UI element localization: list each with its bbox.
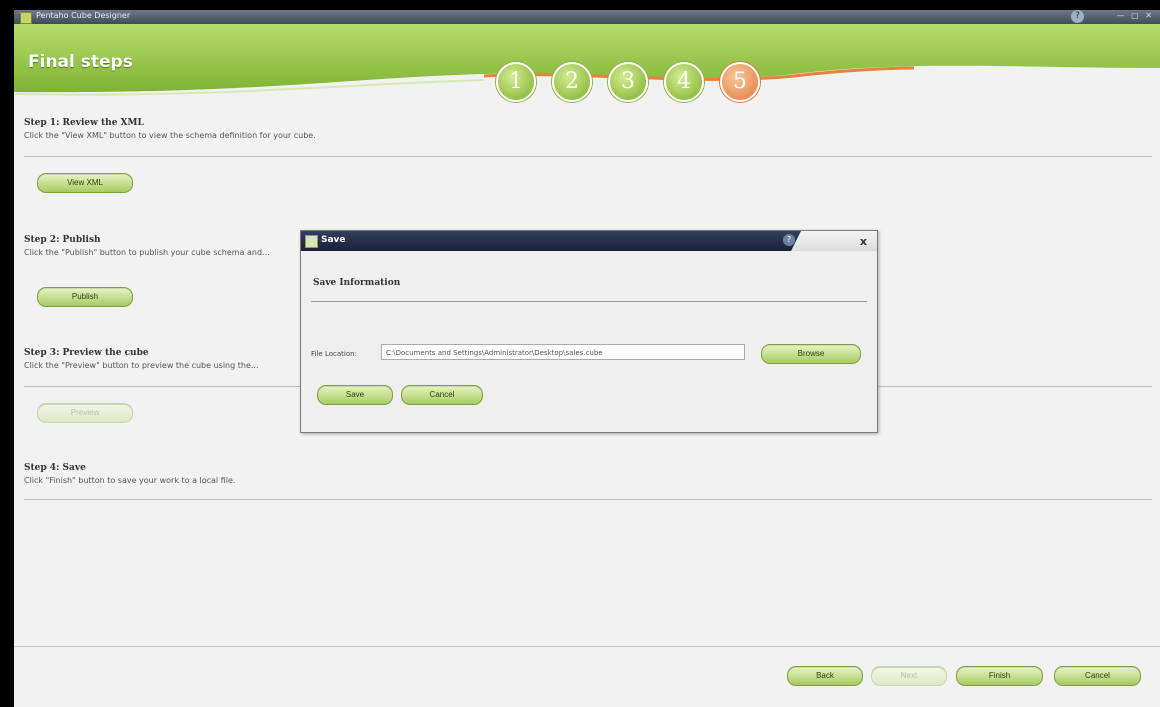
dialog-app-icon	[305, 235, 318, 248]
publish-button[interactable]: Publish	[37, 287, 133, 307]
close-icon[interactable]: x	[860, 235, 867, 248]
finish-button[interactable]: Finish	[956, 666, 1043, 686]
cancel-button[interactable]: Cancel	[1054, 666, 1141, 686]
step-4-description: Click "Finish" button to save your work …	[24, 476, 236, 485]
step-indicator-3: 3	[608, 62, 648, 102]
dialog-heading: Save Information	[313, 278, 401, 288]
page-title: Final steps	[28, 52, 133, 72]
app-icon	[20, 12, 32, 24]
footer-divider	[14, 646, 1160, 647]
next-button[interactable]: Next	[871, 666, 947, 686]
step-1-description: Click the "View XML" button to view the …	[24, 131, 316, 140]
step-indicator-2: 2	[552, 62, 592, 102]
file-location-input[interactable]: C:\Documents and Settings\Administrator\…	[381, 344, 745, 360]
dialog-divider	[311, 301, 867, 302]
back-button[interactable]: Back	[787, 666, 863, 686]
window-title: Pentaho Cube Designer	[36, 11, 131, 20]
save-dialog: Save ? x Save Information File Location:…	[300, 230, 878, 433]
help-icon[interactable]: ?	[1071, 10, 1084, 23]
step-4-section: Step 4: Save Click "Finish" button to sa…	[24, 463, 1148, 485]
wizard-banner: Final steps 1 2 3 4 5	[14, 24, 1160, 106]
step-1-heading: Step 1: Review the XML	[24, 118, 144, 128]
step-indicator-5: 5	[720, 62, 760, 102]
dialog-title: Save	[321, 235, 346, 245]
divider	[24, 499, 1152, 500]
step-indicator-1: 1	[496, 62, 536, 102]
step-4-heading: Step 4: Save	[24, 463, 86, 473]
view-xml-button[interactable]: View XML	[37, 173, 133, 193]
file-location-label: File Location:	[311, 350, 357, 358]
window-controls[interactable]: — ▢ ✕	[1117, 11, 1154, 20]
browse-button[interactable]: Browse	[761, 344, 861, 364]
preview-button[interactable]: Preview	[37, 403, 133, 423]
dialog-cancel-button[interactable]: Cancel	[401, 385, 483, 405]
dialog-title-bar: Save ? x	[301, 231, 877, 251]
cube-designer-window: Pentaho Cube Designer ? — ▢ ✕ Final step…	[14, 10, 1160, 707]
step-1-section: Step 1: Review the XML Click the "View X…	[24, 118, 1148, 140]
step-indicator-4: 4	[664, 62, 704, 102]
save-button[interactable]: Save	[317, 385, 393, 405]
title-bar: Pentaho Cube Designer ? — ▢ ✕	[14, 10, 1160, 24]
help-icon[interactable]: ?	[783, 234, 795, 246]
divider	[24, 156, 1152, 157]
